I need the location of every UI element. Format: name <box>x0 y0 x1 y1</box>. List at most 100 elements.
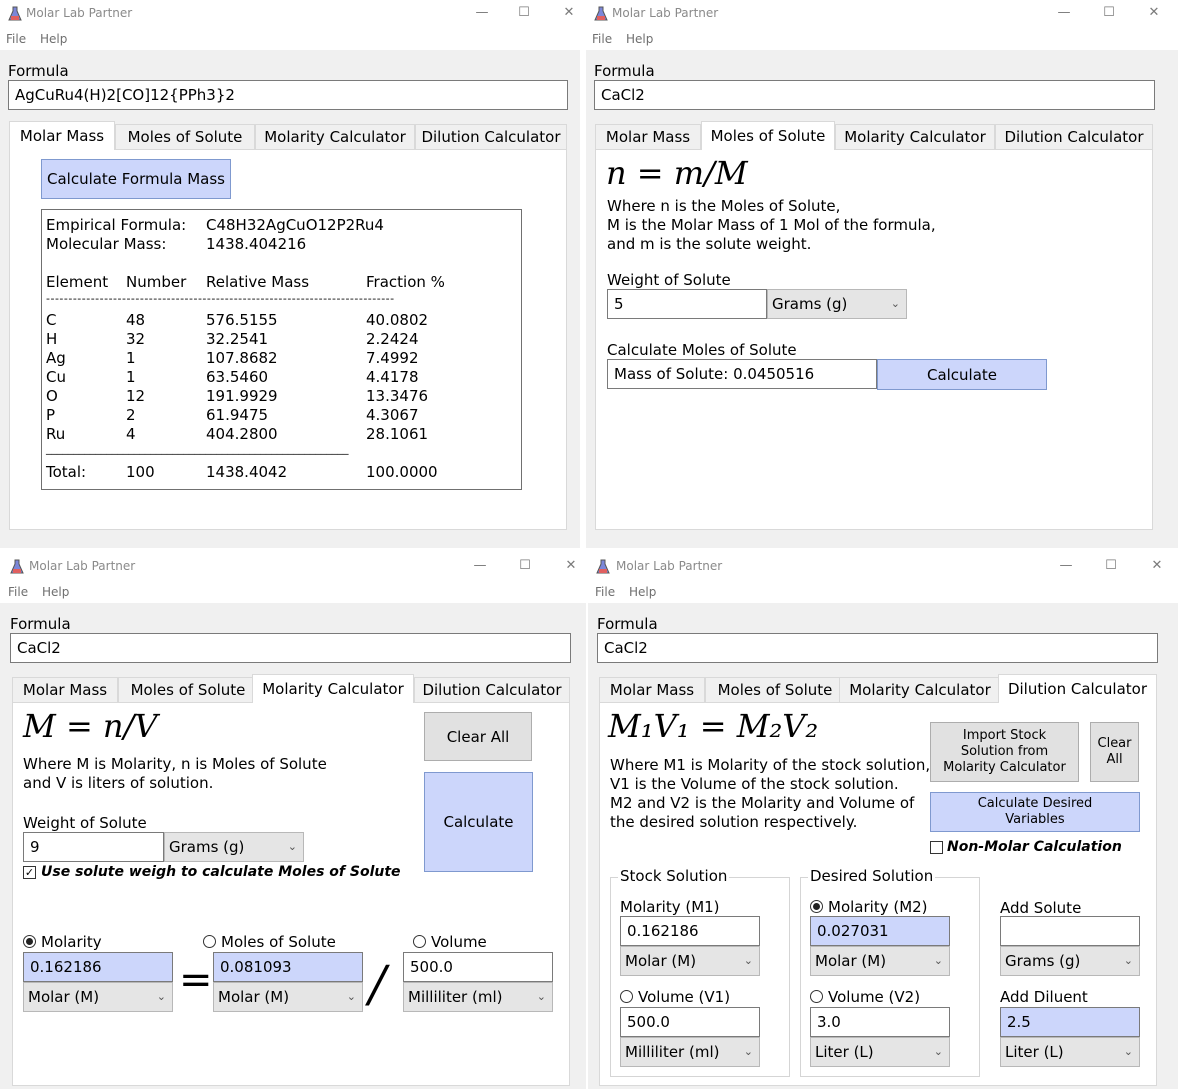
tab-moles-of-solute[interactable]: Moles of Solute <box>118 677 258 702</box>
tab-molar-mass[interactable]: Molar Mass <box>599 677 705 702</box>
tab-molar-mass[interactable]: Molar Mass <box>12 677 118 702</box>
molarity-input[interactable]: 0.162186 <box>23 952 173 982</box>
tab-molar-mass[interactable]: Molar Mass <box>595 124 701 149</box>
menu-file[interactable]: File <box>8 585 28 599</box>
tab-molarity-calculator[interactable]: Molarity Calculator <box>839 677 1001 702</box>
tab-dilution-calculator[interactable]: Dilution Calculator <box>995 124 1153 149</box>
m2-input[interactable]: 0.027031 <box>810 916 950 946</box>
cell-fraction: 4.3067 <box>366 406 419 424</box>
tab-molarity-calculator[interactable]: Molarity Calculator <box>255 124 415 149</box>
v1-radio[interactable] <box>620 990 633 1003</box>
menu-file[interactable]: File <box>592 32 612 46</box>
m1-input[interactable]: 0.162186 <box>620 916 760 946</box>
maximize-button[interactable]: ☐ <box>510 555 540 577</box>
v2-radio[interactable] <box>810 990 823 1003</box>
minimize-button[interactable]: — <box>465 555 495 577</box>
m1-unit-select[interactable]: Molar (M) ⌄ <box>620 946 760 976</box>
clear-all-button[interactable]: Clear All <box>1090 722 1139 782</box>
moles-unit-select[interactable]: Molar (M) ⌄ <box>213 982 363 1012</box>
chevron-down-icon: ⌄ <box>1123 1045 1133 1058</box>
moles-radio[interactable] <box>203 935 216 948</box>
weight-unit-select[interactable]: Grams (g) ⌄ <box>164 832 304 862</box>
moles-input[interactable]: 0.081093 <box>213 952 363 982</box>
tab-moles-of-solute[interactable]: Moles of Solute <box>705 677 845 702</box>
cell-number: 12 <box>126 387 146 405</box>
tab-molarity-calculator[interactable]: Molarity Calculator <box>252 674 414 703</box>
weight-of-solute-input[interactable]: 9 <box>23 832 164 862</box>
add-diluent-unit-select[interactable]: Liter (L) ⌄ <box>1000 1037 1140 1067</box>
molarity-radio[interactable] <box>23 935 36 948</box>
volume-input[interactable]: 500.0 <box>403 952 553 982</box>
v2-input[interactable]: 3.0 <box>810 1007 950 1037</box>
maximize-button[interactable]: ☐ <box>509 2 539 24</box>
m2-label: Molarity (M2) <box>828 898 928 916</box>
tab-moles-of-solute[interactable]: Moles of Solute <box>701 121 835 150</box>
menu-file[interactable]: File <box>595 585 615 599</box>
maximize-button[interactable]: ☐ <box>1094 2 1124 24</box>
formula-input[interactable]: CaCl2 <box>594 80 1155 110</box>
volume-radio[interactable] <box>413 935 426 948</box>
title-bar[interactable]: Molar Lab Partner — ☐ ✕ <box>588 553 1178 581</box>
v2-unit-select[interactable]: Liter (L) ⌄ <box>810 1037 950 1067</box>
menu-file[interactable]: File <box>6 32 26 46</box>
weight-of-solute-input[interactable]: 5 <box>607 289 767 319</box>
non-molar-checkbox[interactable] <box>930 841 943 854</box>
menu-help[interactable]: Help <box>40 32 67 46</box>
menu-help[interactable]: Help <box>629 585 656 599</box>
cell-number: 32 <box>126 330 146 348</box>
calculate-button[interactable]: Calculate <box>424 772 533 872</box>
description-line: and m is the solute weight. <box>607 235 812 253</box>
calculate-formula-mass-button[interactable]: Calculate Formula Mass <box>41 159 231 199</box>
title-bar[interactable]: Molar Lab Partner — ☐ ✕ <box>586 0 1178 28</box>
formula-input[interactable]: CaCl2 <box>10 633 571 663</box>
clear-all-button[interactable]: Clear All <box>424 712 532 761</box>
total-mass: 1438.4042 <box>206 463 288 481</box>
use-weight-checkbox[interactable]: ✓ <box>23 866 36 879</box>
weight-unit-select[interactable]: Grams (g) ⌄ <box>767 289 907 319</box>
divide-sign: / <box>369 955 386 1013</box>
close-button[interactable]: ✕ <box>554 2 580 24</box>
close-button[interactable]: ✕ <box>1139 2 1169 24</box>
add-solute-input[interactable] <box>1000 916 1140 946</box>
close-button[interactable]: ✕ <box>1142 555 1172 577</box>
minimize-button[interactable]: — <box>1049 2 1079 24</box>
menu-help[interactable]: Help <box>626 32 653 46</box>
minimize-button[interactable]: — <box>467 2 497 24</box>
tab-moles-of-solute[interactable]: Moles of Solute <box>115 124 255 149</box>
tab-molarity-calculator[interactable]: Molarity Calculator <box>835 124 995 149</box>
add-diluent-input[interactable]: 2.5 <box>1000 1007 1140 1037</box>
m2-unit-select[interactable]: Molar (M) ⌄ <box>810 946 950 976</box>
title-bar[interactable]: Molar Lab Partner — ☐ ✕ <box>0 0 580 28</box>
import-stock-solution-button[interactable]: Import Stock Solution from Molarity Calc… <box>930 722 1079 782</box>
cell-element: H <box>46 330 58 348</box>
v1-input[interactable]: 500.0 <box>620 1007 760 1037</box>
tab-dilution-calculator[interactable]: Dilution Calculator <box>998 674 1157 703</box>
moles-label: Moles of Solute <box>221 933 336 951</box>
volume-unit-select[interactable]: Milliliter (ml) ⌄ <box>403 982 553 1012</box>
molarity-unit-select[interactable]: Molar (M) ⌄ <box>23 982 173 1012</box>
add-solute-unit-select[interactable]: Grams (g) ⌄ <box>1000 946 1140 976</box>
moles-unit-value: Molar (M) <box>218 988 290 1006</box>
m2-radio[interactable] <box>810 900 823 913</box>
formula-input[interactable]: AgCuRu4(H)2[CO]12{PPh3}2 <box>8 80 568 110</box>
close-button[interactable]: ✕ <box>556 555 586 577</box>
description-line: Where M1 is Molarity of the stock soluti… <box>610 756 931 774</box>
cell-fraction: 13.3476 <box>366 387 429 405</box>
tab-molar-mass[interactable]: Molar Mass <box>9 121 115 150</box>
calculate-desired-variables-button[interactable]: Calculate Desired Variables <box>930 792 1140 832</box>
menu-help[interactable]: Help <box>42 585 69 599</box>
menu-bar: File Help <box>588 581 1178 603</box>
chevron-down-icon: ⌄ <box>743 1045 753 1058</box>
calculate-button[interactable]: Calculate <box>877 359 1047 390</box>
description-line: V1 is the Volume of the stock solution. <box>610 775 899 793</box>
title-bar[interactable]: Molar Lab Partner — ☐ ✕ <box>0 553 586 581</box>
tab-dilution-calculator[interactable]: Dilution Calculator <box>414 677 570 702</box>
flask-icon <box>8 6 22 21</box>
v1-unit-select[interactable]: Milliliter (ml) ⌄ <box>620 1037 760 1067</box>
minimize-button[interactable]: — <box>1051 555 1081 577</box>
total-label: Total: <box>46 463 87 481</box>
maximize-button[interactable]: ☐ <box>1096 555 1126 577</box>
formula-input[interactable]: CaCl2 <box>597 633 1158 663</box>
cell-relative-mass: 63.5460 <box>206 368 269 386</box>
tab-dilution-calculator[interactable]: Dilution Calculator <box>415 124 567 149</box>
